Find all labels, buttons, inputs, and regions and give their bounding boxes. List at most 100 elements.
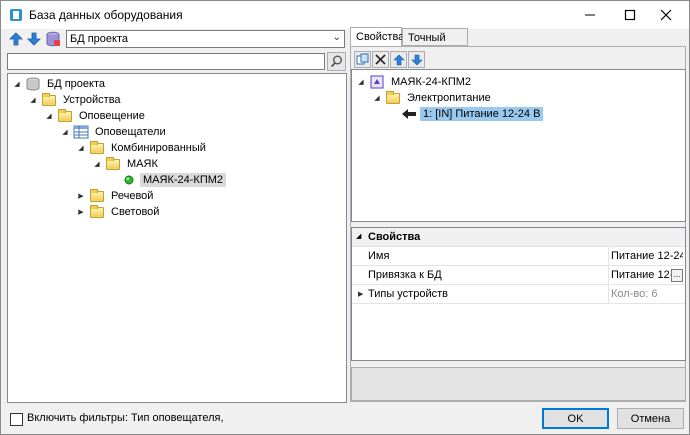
tree-node-mayak[interactable]: ◢ МАЯК <box>92 156 161 172</box>
database-icon[interactable] <box>45 31 61 47</box>
property-row-db-binding[interactable]: Привязка к БД Питание 12-2 ... <box>352 266 685 285</box>
tree-node-mayak-24-kpm2[interactable]: МАЯК-24-КПМ2 <box>108 172 227 188</box>
delete-icon <box>375 54 386 65</box>
folder-icon <box>41 93 57 107</box>
property-row-name[interactable]: Имя Питание 12-24 <box>352 247 685 266</box>
tree-node-label: Оповещение <box>79 110 145 122</box>
tree-node-label: Речевой <box>111 190 154 202</box>
minimize-icon <box>585 14 595 16</box>
table-icon <box>73 125 89 139</box>
close-button[interactable] <box>649 1 683 29</box>
tree-node-power[interactable]: ◢ Электропитание <box>372 90 494 106</box>
tree-node-label: Комбинированный <box>111 142 206 154</box>
folder-icon <box>105 157 121 171</box>
folder-icon <box>89 189 105 203</box>
tree-node-combined[interactable]: ◢ Комбинированный <box>76 140 209 156</box>
window-title: База данных оборудования <box>29 8 183 22</box>
folder-icon <box>57 109 73 123</box>
database-select-value: БД проекта <box>70 33 129 45</box>
expanded-toggle-icon[interactable]: ◢ <box>28 96 38 104</box>
tree-node-speech[interactable]: ▶ Речевой <box>76 188 156 204</box>
tab-label: Свойства <box>356 31 405 43</box>
arrow-up-icon[interactable] <box>8 31 24 47</box>
property-name: Привязка к БД <box>368 269 442 281</box>
expanded-toggle-icon[interactable]: ◢ <box>92 160 102 168</box>
search-button[interactable] <box>327 52 346 71</box>
chevron-down-icon: ⌄ <box>332 32 341 43</box>
collapsed-toggle-icon[interactable]: ▶ <box>76 192 86 200</box>
tree-node-db[interactable]: ◢ БД проекта <box>12 76 108 92</box>
tree-node-label: МАЯК-24-КПМ2 <box>140 173 227 187</box>
app-icon <box>10 9 22 21</box>
cancel-button[interactable]: Отмена <box>617 408 684 429</box>
folder-icon <box>89 141 105 155</box>
collapsed-toggle-icon[interactable]: ▶ <box>358 290 363 298</box>
property-category[interactable]: ◢ Свойства <box>352 228 685 247</box>
equipment-db-dialog: База данных оборудования БД проекта ⌄ ◢ … <box>0 0 690 435</box>
database-select[interactable]: БД проекта ⌄ <box>66 30 345 48</box>
maximize-icon <box>624 9 636 21</box>
enable-filters-label[interactable]: Включить фильтры: Тип оповещателя, <box>27 412 224 424</box>
expanded-toggle-icon[interactable]: ◢ <box>12 80 22 88</box>
tab-properties[interactable]: Свойства <box>350 27 405 48</box>
copy-button[interactable] <box>354 51 371 68</box>
tree-node-label: Электропитание <box>407 92 491 104</box>
move-up-button[interactable] <box>390 51 407 68</box>
minimize-button[interactable] <box>573 1 607 29</box>
property-value: Кол-во: 6 <box>611 288 658 300</box>
expanded-toggle-icon[interactable]: ◢ <box>60 128 70 136</box>
search-input[interactable] <box>7 53 325 70</box>
tree-node-notification[interactable]: ◢ Оповещение <box>44 108 148 124</box>
expanded-toggle-icon[interactable]: ◢ <box>372 94 382 102</box>
input-arrow-icon <box>402 109 416 119</box>
green-dot-icon <box>124 175 134 185</box>
tree-node-notifiers[interactable]: ◢ Оповещатели <box>60 124 169 140</box>
tree-node-devices[interactable]: ◢ Устройства <box>28 92 124 108</box>
property-description <box>351 367 686 401</box>
arrow-down-icon <box>410 54 423 65</box>
enable-filters-checkbox[interactable] <box>10 413 23 426</box>
folder-icon <box>385 91 401 105</box>
title-bar: База данных оборудования <box>1 1 689 29</box>
search-icon <box>330 55 342 68</box>
ok-button-label: OK <box>567 412 584 425</box>
expanded-toggle-icon[interactable]: ◢ <box>356 232 361 240</box>
tree-node-label: Оповещатели <box>95 126 166 138</box>
folder-icon <box>89 205 105 219</box>
ok-button[interactable]: OK <box>542 408 609 429</box>
tree-node-light[interactable]: ▶ Световой <box>76 204 162 220</box>
property-row-device-types[interactable]: ▶ Типы устройств Кол-во: 6 <box>352 285 685 304</box>
property-value: Питание 12-2 <box>611 269 673 281</box>
arrow-up-icon <box>392 54 405 65</box>
equipment-tree[interactable]: ◢ БД проекта ◢ Устройства ◢ Оповещение ◢ <box>7 73 347 403</box>
ellipsis-button[interactable]: ... <box>671 269 683 282</box>
tree-node-label: Световой <box>111 206 160 218</box>
property-grid: ◢ Свойства Имя Питание 12-24 Привязка к … <box>351 227 686 361</box>
collapsed-toggle-icon[interactable]: ▶ <box>76 208 86 216</box>
tree-node-power-input[interactable]: 1: [IN] Питание 12-24 В <box>388 106 544 122</box>
property-name: Типы устройств <box>368 288 448 300</box>
device-icon <box>370 75 384 89</box>
tree-node-label: БД проекта <box>47 78 106 90</box>
tree-node-label: Устройства <box>63 94 121 106</box>
arrow-down-icon[interactable] <box>26 31 42 47</box>
cancel-button-label: Отмена <box>630 412 671 425</box>
database-icon <box>26 77 40 91</box>
copy-icon <box>356 53 369 65</box>
close-icon <box>660 9 672 21</box>
tab-exact-view[interactable]: Точный вид <box>402 28 468 56</box>
tree-node-label: МАЯК-24-КПМ2 <box>391 76 472 88</box>
property-category-label: Свойства <box>368 231 421 243</box>
device-structure-tree[interactable]: ◢ МАЯК-24-КПМ2 ◢ Электропитание 1: [IN] … <box>351 69 686 222</box>
expanded-toggle-icon[interactable]: ◢ <box>356 78 366 86</box>
maximize-button[interactable] <box>613 1 647 29</box>
expanded-toggle-icon[interactable]: ◢ <box>44 112 54 120</box>
delete-button[interactable] <box>372 51 389 68</box>
property-value[interactable]: Питание 12-24 <box>611 250 683 262</box>
tree-node-label: МАЯК <box>127 158 158 170</box>
property-name: Имя <box>368 250 390 262</box>
expanded-toggle-icon[interactable]: ◢ <box>76 144 86 152</box>
move-down-button[interactable] <box>408 51 425 68</box>
tree-node-device[interactable]: ◢ МАЯК-24-КПМ2 <box>356 74 474 90</box>
tree-node-label: 1: [IN] Питание 12-24 В <box>420 107 544 121</box>
